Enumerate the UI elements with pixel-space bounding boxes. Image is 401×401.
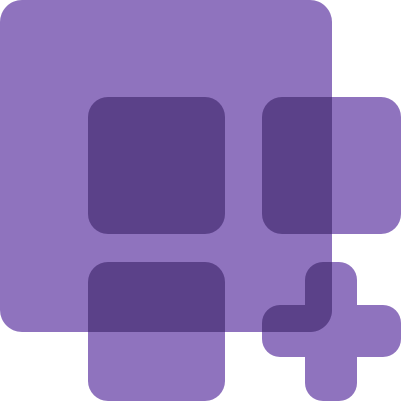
add-app-grid-icon — [0, 0, 401, 401]
tile-top-left-overlap — [88, 97, 225, 234]
add-app-grid-icon-canvas — [0, 0, 401, 401]
